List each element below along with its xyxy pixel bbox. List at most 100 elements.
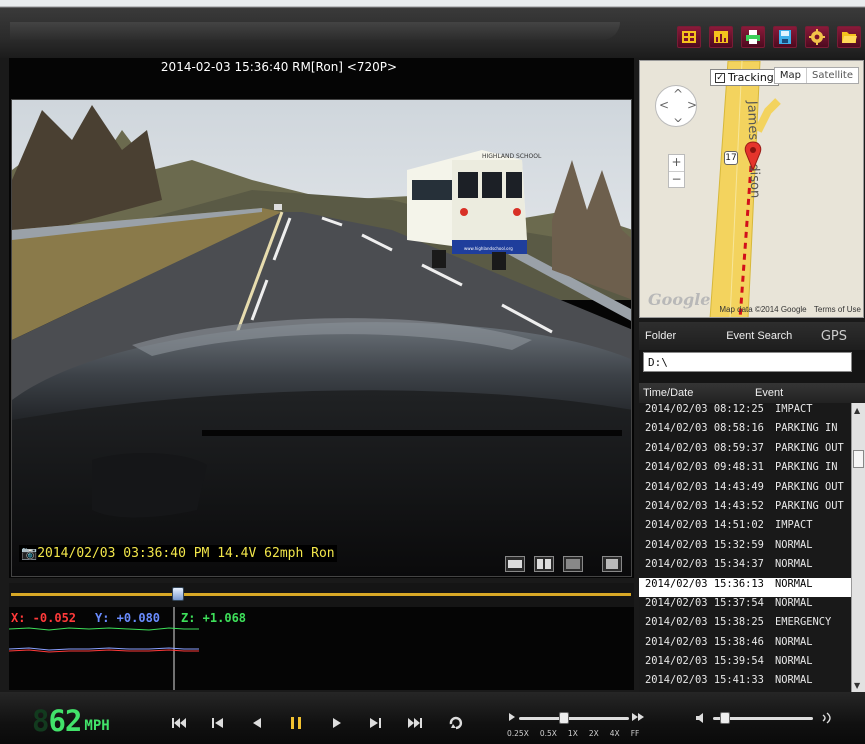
tab-event-search[interactable]: Event Search — [720, 330, 798, 342]
event-row[interactable]: 2014/02/03 15:39:54 NORMAL — [639, 655, 865, 674]
print-icon[interactable] — [741, 26, 765, 48]
pip-view-icon[interactable] — [563, 556, 583, 572]
skip-previous-icon — [212, 718, 223, 728]
skip-first-icon — [172, 718, 186, 728]
column-time-date[interactable]: Time/Date — [639, 387, 755, 399]
event-date: 2014/02/03 14:43:49 — [645, 480, 764, 493]
playback-speed-track[interactable] — [519, 717, 629, 720]
event-row[interactable]: 2014/02/03 15:36:13 NORMAL — [639, 577, 865, 597]
event-date: 2014/02/03 15:41:33 — [645, 674, 764, 687]
video-split-icon[interactable] — [677, 26, 701, 48]
playback-speed-mark[interactable]: FF — [631, 729, 640, 738]
map-type-map-button[interactable]: Map — [775, 68, 806, 83]
event-row[interactable]: 2014/02/03 15:41:33 NORMAL — [639, 674, 865, 693]
scroll-up-icon[interactable]: ▲ — [854, 406, 860, 415]
timeline-track[interactable] — [11, 593, 631, 596]
event-row[interactable]: 2014/02/03 15:34:37 NORMAL — [639, 558, 865, 577]
settings-gear-icon[interactable] — [805, 26, 829, 48]
map-pan-control[interactable]: ^ ^ < > — [655, 85, 697, 127]
event-row[interactable]: 2014/02/03 15:38:25 EMERGENCY — [639, 616, 865, 635]
event-type: EMERGENCY — [775, 616, 832, 629]
event-type: PARKING OUT — [775, 480, 844, 493]
tab-folder[interactable]: Folder — [639, 330, 682, 342]
last-file-button[interactable] — [404, 712, 426, 734]
playback-speed-slider[interactable]: 0.25X 0.5X 1X 2X 4X FF — [507, 712, 644, 742]
scroll-down-icon[interactable]: ▼ — [854, 681, 860, 690]
pan-left-icon[interactable]: < — [659, 98, 669, 112]
speed-value: 62 — [48, 704, 82, 738]
playback-speed-mark[interactable]: 4X — [610, 729, 620, 738]
tab-gps[interactable]: GPS — [815, 329, 865, 344]
first-file-button[interactable] — [168, 712, 190, 734]
event-type: NORMAL — [775, 674, 813, 687]
event-date: 2014/02/03 15:36:13 — [645, 577, 764, 590]
folder-path-field[interactable]: D:\ — [643, 352, 852, 372]
playback-speed-mark[interactable]: 0.25X — [507, 729, 529, 738]
playback-speed-mark[interactable]: 1X — [568, 729, 578, 738]
pause-icon — [291, 717, 301, 729]
event-row[interactable]: 2014/02/03 14:43:49 PARKING OUT — [639, 481, 865, 500]
previous-file-button[interactable] — [207, 712, 229, 734]
column-event[interactable]: Event — [755, 387, 783, 399]
speed-unit: MPH — [84, 718, 110, 734]
view-layout-buttons — [505, 556, 622, 572]
dashcam-video-frame[interactable]: HIGHLAND SCHOOL www.highlandschool.org — [11, 99, 632, 577]
pan-up-icon[interactable]: ^ — [673, 87, 683, 101]
split-view-icon[interactable] — [534, 556, 554, 572]
timeline-thumb[interactable] — [172, 587, 185, 601]
pan-down-icon[interactable]: ^ — [673, 110, 683, 124]
event-row[interactable]: 2014/02/03 15:38:46 NORMAL — [639, 636, 865, 655]
tracking-checkbox[interactable]: ✓ — [715, 72, 725, 83]
event-row[interactable]: 2014/02/03 15:37:54 NORMAL — [639, 597, 865, 616]
event-list[interactable]: 2014/02/03 08:12:25 IMPACT 2014/02/03 08:5… — [639, 403, 865, 693]
terms-of-use-link[interactable]: Terms of Use — [814, 305, 861, 314]
event-row[interactable]: 2014/02/03 08:58:16 PARKING IN — [639, 422, 865, 441]
toolbar — [677, 26, 861, 48]
repeat-icon — [449, 716, 463, 730]
next-file-button[interactable] — [364, 712, 386, 734]
speed-ghost-digit: 8 — [32, 704, 49, 738]
event-row[interactable]: 2014/02/03 15:32:59 NORMAL — [639, 539, 865, 558]
fullscreen-view-icon[interactable] — [602, 556, 622, 572]
playback-timeline[interactable] — [9, 583, 634, 607]
volume-slider[interactable] — [695, 712, 835, 726]
event-type: PARKING OUT — [775, 441, 844, 454]
event-type: NORMAL — [775, 635, 813, 648]
playback-speed-mark[interactable]: 2X — [589, 729, 599, 738]
event-date: 2014/02/03 14:43:52 — [645, 499, 764, 512]
title-bar-bevel — [10, 22, 620, 40]
pan-right-icon[interactable]: > — [687, 98, 697, 112]
play-icon — [333, 718, 341, 728]
event-date: 2014/02/03 15:34:37 — [645, 558, 764, 571]
event-row[interactable]: 2014/02/03 14:51:02 IMPACT — [639, 519, 865, 538]
playback-speed-knob[interactable] — [559, 712, 569, 724]
repeat-button[interactable] — [445, 712, 467, 734]
video-player[interactable]: 2014-02-03 15:36:40 RM[Ron] <720P> HIGHL… — [9, 58, 634, 578]
gps-map[interactable]: James Madison 17 ✓ Tracking Map Satellit… — [639, 60, 864, 318]
event-row[interactable]: 2014/02/03 08:59:37 PARKING OUT — [639, 442, 865, 461]
zoom-in-button[interactable]: + — [669, 155, 684, 171]
save-icon[interactable] — [773, 26, 797, 48]
open-folder-icon[interactable] — [837, 26, 861, 48]
event-panel: Folder Event Search GPS D:\ Time/Date Ev… — [639, 322, 865, 693]
chart-icon[interactable] — [709, 26, 733, 48]
g-sensor-traces — [9, 607, 199, 690]
play-button[interactable] — [326, 712, 348, 734]
zoom-out-button[interactable]: − — [669, 171, 684, 187]
event-type: PARKING IN — [775, 461, 838, 474]
event-type: PARKING IN — [775, 422, 838, 435]
tracking-toggle[interactable]: ✓ Tracking — [710, 69, 779, 86]
event-row[interactable]: 2014/02/03 08:12:25 IMPACT — [639, 403, 865, 422]
event-row[interactable]: 2014/02/03 14:43:52 PARKING OUT — [639, 500, 865, 519]
map-type-switch: Map Satellite — [773, 67, 859, 84]
event-list-scrollbar[interactable]: ▲ ▼ — [851, 403, 865, 693]
video-overlay-stamp: 📷2014/02/03 03:36:40 PM 14.4V 62mph Ron — [19, 545, 337, 562]
map-type-satellite-button[interactable]: Satellite — [806, 68, 858, 83]
single-view-icon[interactable] — [505, 556, 525, 572]
step-back-button[interactable] — [246, 712, 268, 734]
event-row[interactable]: 2014/02/03 09:48:31 PARKING IN — [639, 461, 865, 480]
scrollbar-thumb[interactable] — [853, 450, 864, 468]
playback-speed-mark[interactable]: 0.5X — [540, 729, 557, 738]
volume-knob[interactable] — [720, 712, 730, 724]
pause-button[interactable] — [285, 712, 307, 734]
